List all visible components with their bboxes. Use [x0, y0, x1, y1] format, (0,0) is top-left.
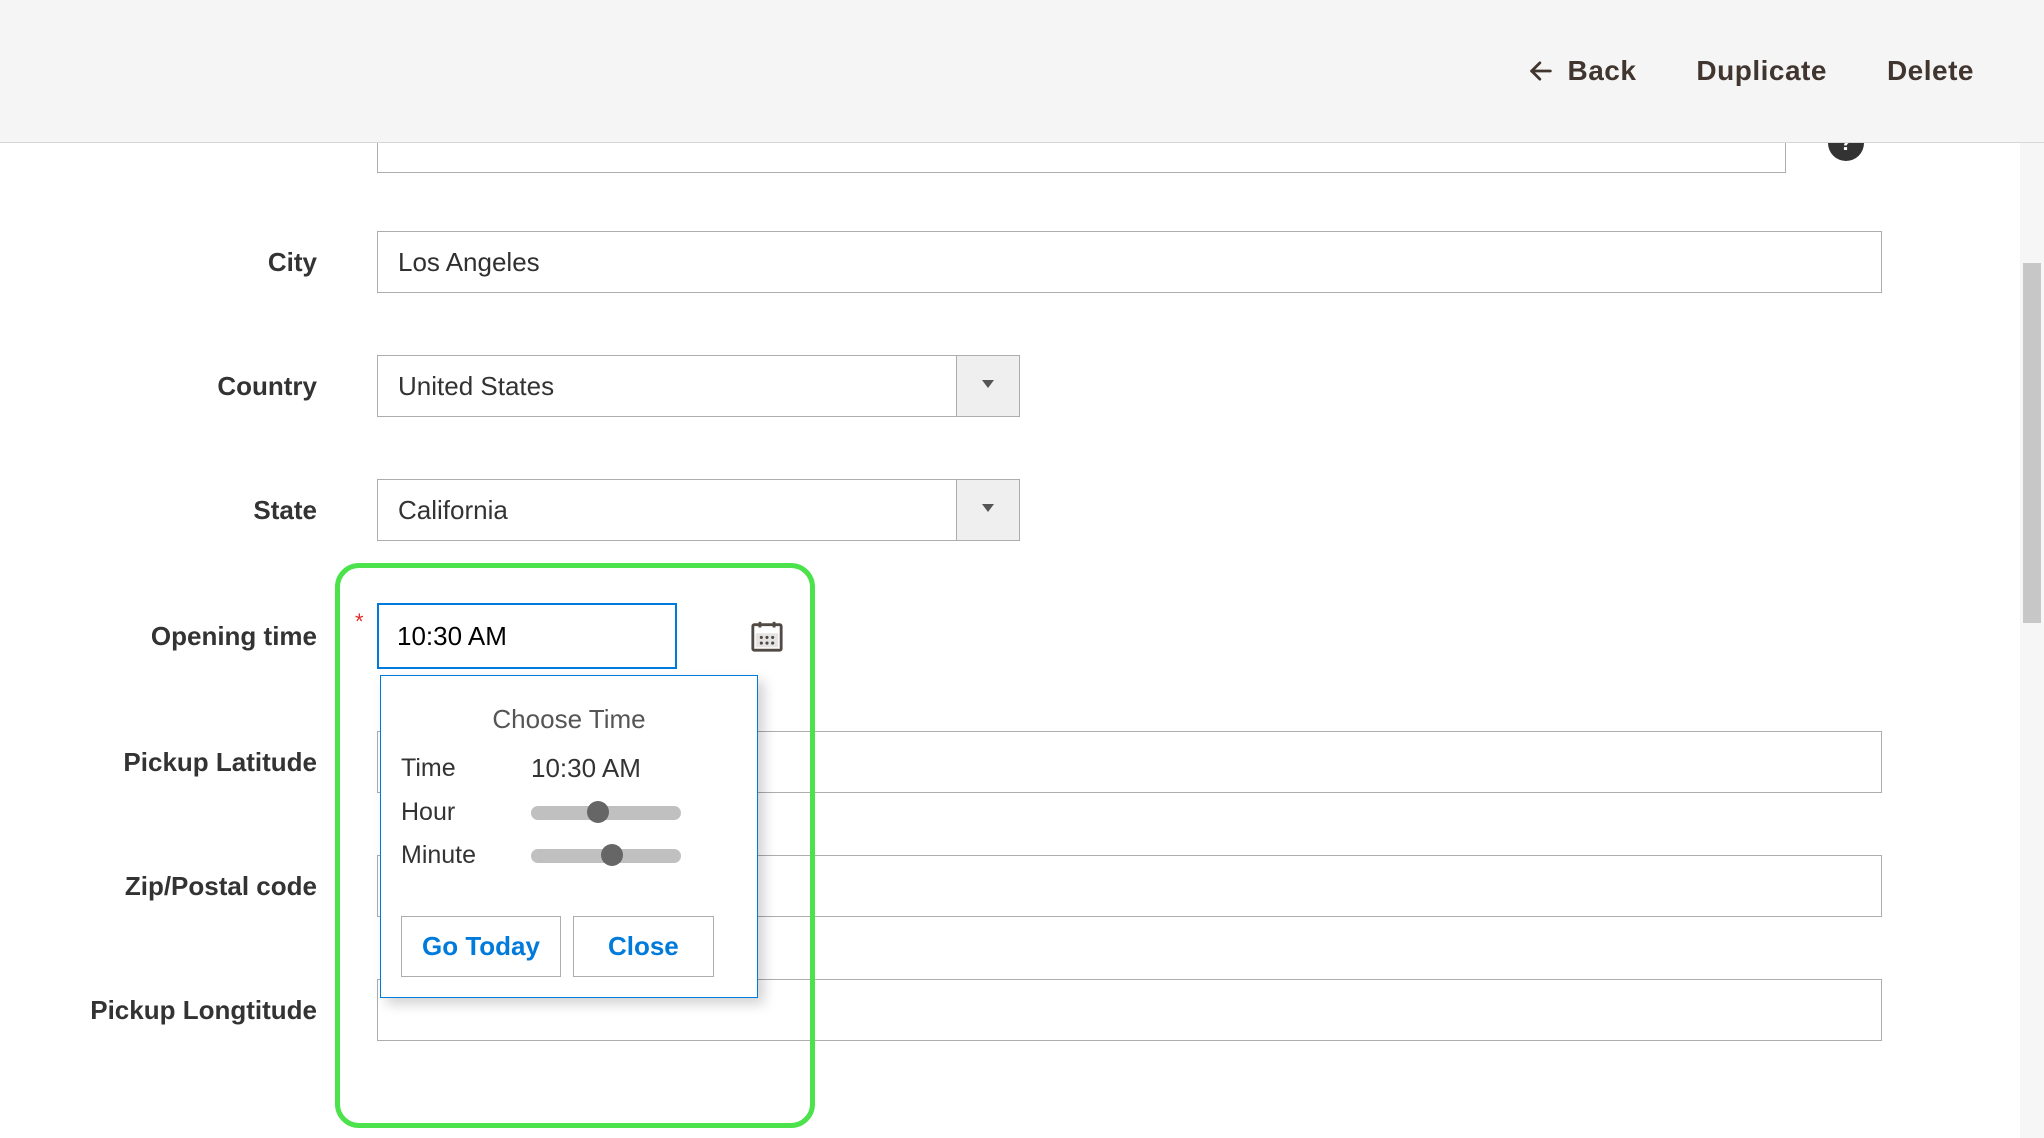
country-label: Country	[0, 371, 377, 402]
opening-time-row: Opening time *	[0, 603, 2044, 669]
pickup-longtitude-label: Pickup Longtitude	[0, 995, 377, 1026]
address-input-partial[interactable]	[377, 143, 1786, 173]
delete-label: Delete	[1887, 55, 1974, 87]
form-area: ? City Country United States State Calif…	[0, 143, 2044, 1041]
time-picker-minute-label: Minute	[401, 841, 531, 870]
duplicate-button[interactable]: Duplicate	[1696, 55, 1827, 87]
back-label: Back	[1567, 55, 1636, 87]
pickup-latitude-row: Pickup Latitude	[0, 731, 2044, 793]
partial-top-row: ?	[0, 143, 2044, 173]
state-select[interactable]: California	[377, 479, 1020, 541]
opening-time-label: Opening time	[0, 621, 377, 652]
time-picker-popup: Choose Time Time 10:30 AM Hour Minute Go…	[380, 675, 758, 998]
city-label: City	[0, 247, 377, 278]
time-picker-hour-label: Hour	[401, 798, 531, 827]
opening-time-input[interactable]	[379, 605, 750, 667]
time-picker-time-value: 10:30 AM	[531, 753, 641, 784]
page-action-bar: Back Duplicate Delete	[0, 0, 2044, 143]
minute-slider-thumb[interactable]	[601, 844, 623, 866]
hour-slider[interactable]	[531, 806, 681, 820]
state-dropdown-button[interactable]	[957, 479, 1020, 541]
pickup-latitude-label: Pickup Latitude	[0, 747, 377, 778]
minute-slider[interactable]	[531, 849, 681, 863]
back-button[interactable]: Back	[1527, 55, 1636, 87]
go-today-button[interactable]: Go Today	[401, 916, 561, 977]
pickup-longtitude-row: Pickup Longtitude	[0, 979, 2044, 1041]
vertical-scrollbar-thumb[interactable]	[2023, 263, 2041, 623]
country-dropdown-button[interactable]	[957, 355, 1020, 417]
hour-slider-thumb[interactable]	[587, 801, 609, 823]
info-icon[interactable]: ?	[1828, 143, 1864, 161]
state-label: State	[0, 495, 377, 526]
state-row: State California	[0, 479, 2044, 541]
zip-row: Zip/Postal code	[0, 855, 2044, 917]
zip-label: Zip/Postal code	[0, 871, 377, 902]
opening-time-field	[377, 603, 677, 669]
country-row: Country United States	[0, 355, 2044, 417]
chevron-down-icon	[980, 377, 996, 395]
vertical-scrollbar[interactable]	[2020, 143, 2044, 1138]
country-select[interactable]: United States	[377, 355, 1020, 417]
state-select-value: California	[377, 479, 957, 541]
delete-button[interactable]: Delete	[1887, 55, 1974, 87]
duplicate-label: Duplicate	[1696, 55, 1827, 87]
required-star: *	[355, 609, 364, 635]
calendar-icon[interactable]	[750, 619, 784, 653]
country-select-value: United States	[377, 355, 957, 417]
time-picker-time-label: Time	[401, 754, 531, 783]
chevron-down-icon	[980, 501, 996, 519]
arrow-left-icon	[1527, 57, 1555, 85]
time-picker-title: Choose Time	[401, 704, 737, 735]
close-button[interactable]: Close	[573, 916, 714, 977]
city-input[interactable]	[377, 231, 1882, 293]
city-row: City	[0, 231, 2044, 293]
